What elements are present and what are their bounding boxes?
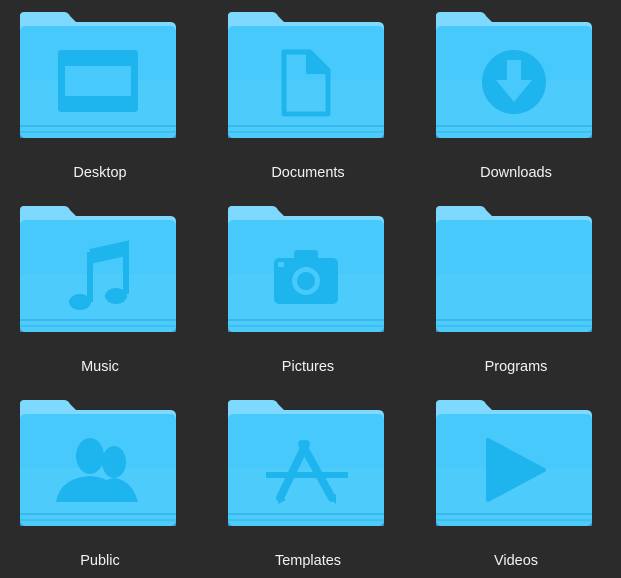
folder-videos[interactable]: Videos (426, 398, 606, 578)
folder-label: Documents (271, 165, 345, 181)
folder-desktop[interactable]: Desktop (10, 10, 190, 200)
folder-label: Videos (493, 553, 539, 569)
folder-icon (426, 204, 606, 344)
folder-label: Public (80, 553, 120, 569)
folder-programs[interactable]: Programs (426, 204, 606, 394)
folder-documents[interactable]: Documents (218, 10, 398, 200)
folder-downloads[interactable]: Downloads (426, 10, 606, 200)
folder-public[interactable]: Public (10, 398, 190, 578)
folder-label: Pictures (281, 359, 335, 375)
folder-label: Downloads (480, 165, 552, 181)
folder-templates[interactable]: Templates (218, 398, 398, 578)
app-store-icon (266, 440, 348, 504)
document-icon (281, 49, 331, 117)
file-browser-grid: { "folders": [ {"label": "Desktop", "ico… (0, 0, 621, 578)
folder-icon (218, 204, 398, 344)
desktop-icon (58, 50, 138, 112)
folder-pictures[interactable]: Pictures (218, 204, 398, 394)
folder-label: Desktop (73, 165, 127, 181)
folder-label: Templates (274, 553, 342, 569)
folder-icon (10, 204, 190, 344)
folder-icon (426, 398, 606, 538)
music-note-icon (69, 240, 129, 310)
folder-icon (218, 398, 398, 538)
play-icon (486, 438, 546, 502)
folder-icon (10, 10, 190, 150)
folder-music[interactable]: Music (10, 204, 190, 394)
download-icon (482, 50, 546, 114)
folder-icon (426, 10, 606, 150)
folder-label: Music (81, 359, 119, 375)
folder-icon (218, 10, 398, 150)
users-icon (56, 438, 138, 502)
folder-icon (10, 398, 190, 538)
folder-label: Programs (484, 359, 548, 375)
camera-icon (274, 250, 338, 304)
